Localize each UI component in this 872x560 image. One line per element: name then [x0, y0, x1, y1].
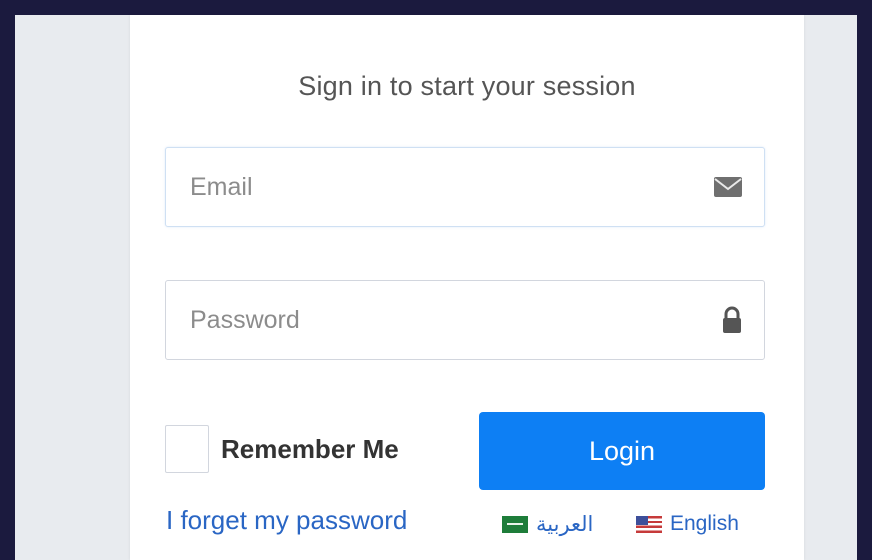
- forgot-password-link[interactable]: I forget my password: [166, 505, 407, 536]
- language-arabic-label: العربية: [536, 513, 594, 536]
- us-flag-icon: [636, 515, 662, 533]
- remember-me[interactable]: Remember Me: [165, 425, 399, 473]
- login-box: Sign in to start your session Remember M…: [130, 15, 804, 560]
- language-arabic-link[interactable]: العربية: [502, 512, 593, 537]
- envelope-icon: [714, 177, 742, 197]
- saudi-flag-icon: [502, 516, 528, 533]
- language-english-link[interactable]: English: [636, 512, 739, 536]
- lock-icon: [722, 306, 742, 334]
- login-message: Sign in to start your session: [298, 71, 636, 101]
- remember-me-checkbox[interactable]: [165, 425, 209, 473]
- language-english-label: English: [670, 512, 739, 535]
- email-input[interactable]: [166, 148, 764, 226]
- remember-me-label[interactable]: Remember Me: [221, 434, 399, 465]
- password-field[interactable]: [165, 280, 765, 360]
- email-field[interactable]: [165, 147, 765, 227]
- password-input[interactable]: [166, 281, 764, 359]
- login-button[interactable]: Login: [479, 412, 765, 490]
